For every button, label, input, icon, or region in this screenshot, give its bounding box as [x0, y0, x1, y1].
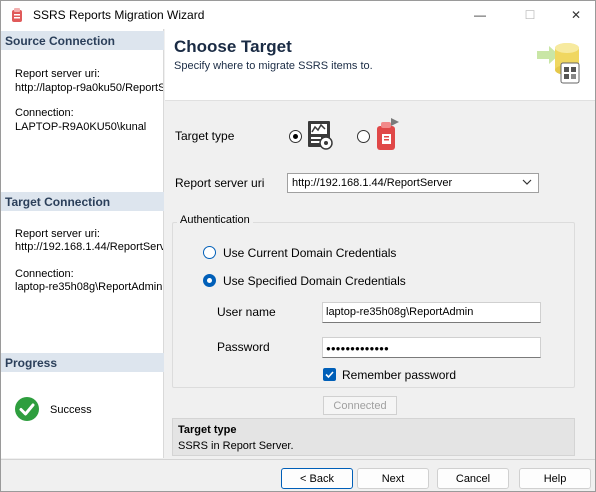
cancel-button[interactable]: Cancel: [437, 468, 509, 489]
close-button[interactable]: ✕: [553, 1, 596, 29]
server-uri-value: http://192.168.1.44/ReportServer: [292, 177, 453, 189]
back-button[interactable]: < Back: [281, 468, 353, 489]
authentication-group-title: Authentication: [177, 214, 253, 226]
help-button[interactable]: Help: [519, 468, 591, 489]
auth-current-label[interactable]: Use Current Domain Credentials: [223, 246, 396, 260]
server-uri-select[interactable]: http://192.168.1.44/ReportServer: [287, 173, 539, 193]
wizard-window: SSRS Reports Migration Wizard — ☐ ✕ Sour…: [0, 0, 596, 492]
source-uri-value: http://laptop-r9a0ku50/ReportServer: [15, 82, 163, 94]
power-bi-report-icon: [373, 116, 401, 155]
target-connection-label: Connection:: [15, 268, 74, 280]
title-bar: SSRS Reports Migration Wizard — ☐ ✕: [1, 1, 595, 29]
next-button[interactable]: Next: [357, 468, 429, 489]
username-value: laptop-re35h08g\ReportAdmin: [326, 306, 474, 318]
target-type-power-bi-radio[interactable]: [357, 130, 370, 143]
username-label: User name: [217, 305, 276, 319]
minimize-button[interactable]: —: [457, 1, 503, 29]
target-type-label: Target type: [175, 129, 235, 143]
remember-password-label[interactable]: Remember password: [342, 368, 456, 382]
summary-panel: Source Connection Report server uri: htt…: [1, 29, 164, 458]
server-uri-label: Report server uri: [175, 176, 265, 190]
info-title: Target type: [178, 424, 237, 436]
target-uri-label: Report server uri:: [15, 228, 100, 240]
info-box: Target type SSRS in Report Server.: [172, 418, 575, 456]
page-header: Choose Target Specify where to migrate S…: [165, 29, 595, 101]
target-connection-value: laptop-re35h08g\ReportAdmin: [15, 281, 163, 293]
auth-current-radio[interactable]: [203, 246, 216, 259]
chevron-down-icon[interactable]: [522, 177, 532, 190]
username-field[interactable]: laptop-re35h08g\ReportAdmin: [322, 302, 541, 323]
auth-specified-radio[interactable]: [203, 274, 216, 287]
page-subtitle: Specify where to migrate SSRS items to.: [174, 60, 373, 72]
source-connection-value: LAPTOP-R9A0KU50\kunal: [15, 121, 147, 133]
progress-header: Progress: [1, 353, 164, 372]
password-label: Password: [217, 340, 270, 354]
target-form: Target type Report server uri http://192…: [165, 102, 595, 458]
app-icon: [11, 7, 23, 23]
window-title: SSRS Reports Migration Wizard: [33, 8, 205, 22]
source-uri-label: Report server uri:: [15, 68, 100, 80]
maximize-button[interactable]: ☐: [507, 1, 553, 29]
auth-specified-label[interactable]: Use Specified Domain Credentials: [223, 274, 406, 288]
info-text: SSRS in Report Server.: [178, 440, 294, 452]
password-field[interactable]: ●●●●●●●●●●●●●: [322, 337, 541, 358]
remember-password-checkbox[interactable]: [323, 368, 336, 381]
migrate-target-icon: [535, 39, 583, 85]
target-uri-value: http://192.168.1.44/ReportServer: [15, 241, 163, 253]
report-server-icon: [305, 119, 335, 154]
password-value: ●●●●●●●●●●●●●: [326, 344, 389, 353]
source-connection-header: Source Connection: [1, 31, 164, 50]
wizard-footer: < Back Next Cancel Help: [1, 459, 595, 491]
target-connection-header: Target Connection: [1, 192, 164, 211]
connected-button[interactable]: Connected: [323, 396, 397, 415]
source-connection-label: Connection:: [15, 107, 74, 119]
success-check-icon: [15, 397, 39, 421]
page-title: Choose Target: [174, 37, 292, 56]
target-type-report-server-radio[interactable]: [289, 130, 302, 143]
